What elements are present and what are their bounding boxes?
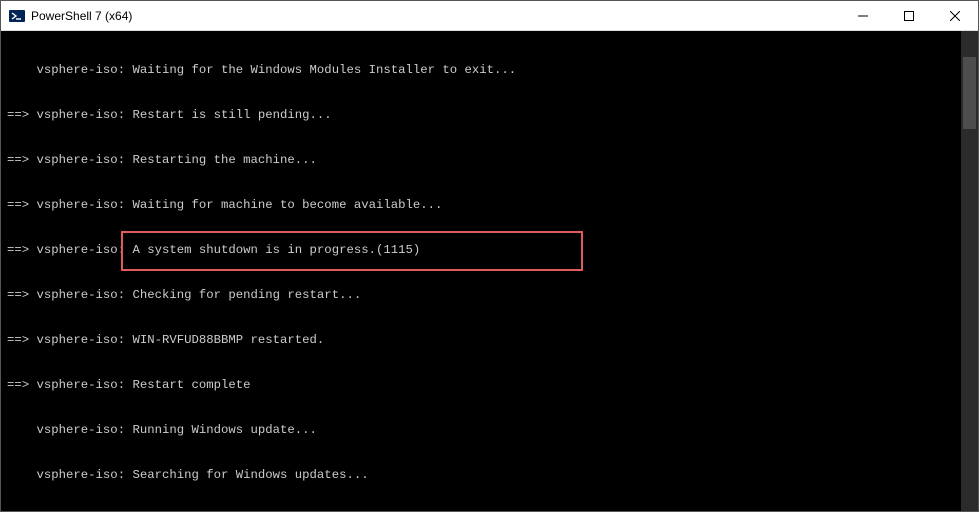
terminal-output[interactable]: vsphere-iso: Waiting for the Windows Mod… <box>1 31 978 511</box>
output-line: ==> vsphere-iso: A system shutdown is in… <box>7 243 978 258</box>
output-line: ==> vsphere-iso: WIN-RVFUD88BBMP restart… <box>7 333 978 348</box>
output-line: vsphere-iso: Searching for Windows updat… <box>7 468 978 483</box>
powershell-window: PowerShell 7 (x64) vsphere-iso: Waiting … <box>0 0 979 512</box>
close-button[interactable] <box>932 1 978 31</box>
scrollbar-vertical[interactable] <box>961 31 978 511</box>
window-title: PowerShell 7 (x64) <box>31 9 132 23</box>
scrollbar-thumb[interactable] <box>963 57 976 129</box>
app-icon <box>9 8 25 24</box>
maximize-button[interactable] <box>886 1 932 31</box>
output-line: ==> vsphere-iso: Checking for pending re… <box>7 288 978 303</box>
output-line: ==> vsphere-iso: Restarting the machine.… <box>7 153 978 168</box>
output-line: ==> vsphere-iso: Waiting for machine to … <box>7 198 978 213</box>
minimize-button[interactable] <box>840 1 886 31</box>
output-line: ==> vsphere-iso: Restart complete <box>7 378 978 393</box>
output-line: vsphere-iso: Running Windows update... <box>7 423 978 438</box>
output-line: vsphere-iso: Waiting for the Windows Mod… <box>7 63 978 78</box>
titlebar[interactable]: PowerShell 7 (x64) <box>1 1 978 31</box>
output-line: ==> vsphere-iso: Restart is still pendin… <box>7 108 978 123</box>
